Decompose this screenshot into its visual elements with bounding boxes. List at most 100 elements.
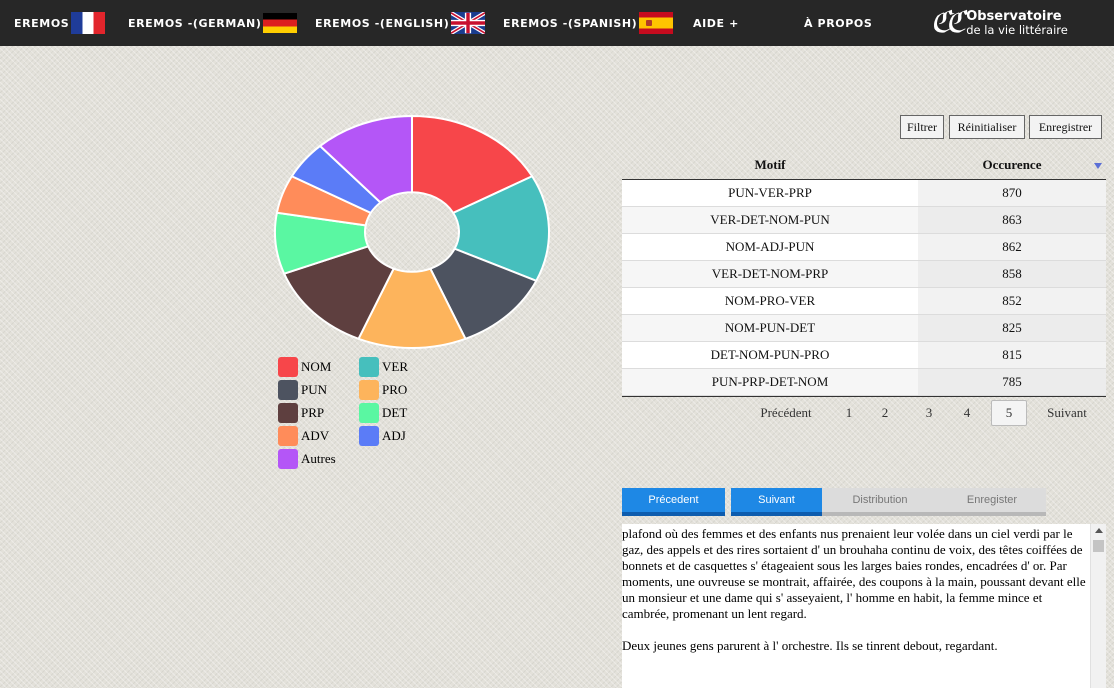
filter-button[interactable]: Filtrer	[900, 115, 944, 139]
nav-label: À propos	[804, 16, 873, 30]
legend-label: VER	[382, 359, 408, 374]
legend-swatch	[278, 449, 298, 469]
page-3[interactable]: 3	[918, 400, 940, 426]
nav-label: Aide +	[693, 16, 739, 30]
observatoire-logo-icon: ℭℭ	[930, 5, 966, 40]
motif-table: Motif Occurence PUN-VER-PRP 870 VER-DET-NO…	[622, 150, 1106, 397]
save-button[interactable]: Enregistrer	[1029, 115, 1102, 139]
nav-label: Eremos -(German)	[128, 16, 262, 30]
column-header-motif[interactable]: Motif	[622, 157, 918, 173]
occurrence-cell: 858	[918, 261, 1106, 287]
nav-a-propos[interactable]: À propos	[804, 0, 872, 46]
logo-subtitle: de la vie littéraire	[966, 22, 1068, 37]
nav-eremos-french[interactable]: Eremos	[14, 0, 106, 46]
legend-label: PUN	[301, 382, 328, 397]
nav-label: Eremos -(English)	[315, 16, 450, 30]
motif-cell: PUN-PRP-DET-NOM	[622, 369, 918, 395]
sort-desc-icon[interactable]	[1094, 162, 1102, 169]
text-excerpt-panel[interactable]: plafond où des femmes et des enfants nus…	[622, 524, 1106, 688]
pagination-next[interactable]: Suivant	[1040, 400, 1094, 426]
occurrence-cell: 815	[918, 342, 1106, 368]
legend-item-ver[interactable]: VER	[359, 357, 408, 377]
motif-cell: NOM-PRO-VER	[622, 288, 918, 314]
pagination-previous[interactable]: Précédent	[754, 400, 818, 426]
motif-cell: PUN-VER-PRP	[622, 180, 918, 206]
column-header-label: Occurence	[982, 156, 1042, 172]
legend-item-autres[interactable]: Autres	[278, 449, 336, 469]
motif-cell: VER-DET-NOM-PRP	[622, 261, 918, 287]
legend-swatch	[359, 426, 379, 446]
top-navbar: Eremos Eremos -(German) Eremos -(English…	[0, 0, 1114, 46]
spain-flag-icon	[639, 12, 674, 34]
scroll-up-arrow-icon[interactable]	[1095, 528, 1103, 533]
text-excerpt: plafond où des femmes et des enfants nus…	[622, 524, 1106, 654]
table-header: Motif Occurence	[622, 150, 1106, 180]
legend-label: NOM	[301, 359, 332, 374]
motif-cell: DET-NOM-PUN-PRO	[622, 342, 918, 368]
legend-item-adj[interactable]: ADJ	[359, 426, 406, 446]
legend-swatch	[278, 357, 298, 377]
page-5-current[interactable]: 5	[991, 400, 1027, 426]
text-paragraph: plafond où des femmes et des enfants nus…	[622, 526, 1086, 621]
legend-label: PRO	[382, 382, 408, 397]
occurrence-cell: 870	[918, 180, 1106, 206]
legend-label: ADV	[301, 428, 330, 443]
table-row[interactable]: DET-NOM-PUN-PRO 815	[622, 342, 1106, 369]
table-row[interactable]: PUN-PRP-DET-NOM 785	[622, 369, 1106, 396]
nav-eremos-english[interactable]: Eremos -(English)	[315, 0, 486, 46]
legend-label: Autres	[301, 451, 336, 466]
france-flag-icon	[71, 12, 106, 34]
legend-swatch	[359, 357, 379, 377]
legend-swatch	[278, 403, 298, 423]
legend-item-det[interactable]: DET	[359, 403, 407, 423]
nav-eremos-spanish[interactable]: Eremos -(Spanish)	[503, 0, 674, 46]
legend-swatch	[278, 380, 298, 400]
occurrence-cell: 862	[918, 234, 1106, 260]
observatoire-logo[interactable]: ℭℭ Observatoire de la vie littéraire	[930, 2, 1068, 44]
table-body: PUN-VER-PRP 870 VER-DET-NOM-PUN 863 NOM-ADJ-…	[622, 180, 1106, 397]
table-row[interactable]: NOM-ADJ-PUN 862	[622, 234, 1106, 261]
text-scrollbar[interactable]	[1090, 524, 1106, 688]
legend-swatch	[278, 426, 298, 446]
occurrence-cell: 863	[918, 207, 1106, 233]
legend-item-adv[interactable]: ADV	[278, 426, 329, 446]
table-row[interactable]: VER-DET-NOM-PUN 863	[622, 207, 1106, 234]
pos-donut-chart	[274, 114, 550, 349]
legend-swatch	[359, 403, 379, 423]
motif-cell: VER-DET-NOM-PUN	[622, 207, 918, 233]
legend-item-pun[interactable]: PUN	[278, 380, 327, 400]
legend-item-nom[interactable]: NOM	[278, 357, 331, 377]
distribution-tab-button[interactable]: Distribution	[822, 488, 938, 516]
nav-aide[interactable]: Aide +	[693, 0, 739, 46]
legend-label: ADJ	[382, 428, 406, 443]
table-row[interactable]: VER-DET-NOM-PRP 858	[622, 261, 1106, 288]
save-text-tab-button[interactable]: Enregister	[938, 488, 1046, 516]
legend-swatch	[359, 380, 379, 400]
nav-label: Eremos -(Spanish)	[503, 16, 638, 30]
germany-flag-icon	[263, 13, 298, 33]
table-row[interactable]: NOM-PRO-VER 852	[622, 288, 1106, 315]
previous-tab-button[interactable]: Précedent	[622, 488, 725, 516]
motif-cell: NOM-PUN-DET	[622, 315, 918, 341]
text-paragraph: Deux jeunes gens parurent à l' orchestre…	[622, 638, 998, 653]
page-2[interactable]: 2	[874, 400, 896, 426]
page-1[interactable]: 1	[838, 400, 860, 426]
occurrence-cell: 852	[918, 288, 1106, 314]
legend-item-prp[interactable]: PRP	[278, 403, 324, 423]
nav-eremos-german[interactable]: Eremos -(German)	[128, 0, 298, 46]
page-4[interactable]: 4	[956, 400, 978, 426]
column-header-occurrence[interactable]: Occurence	[918, 157, 1106, 173]
table-row[interactable]: PUN-VER-PRP 870	[622, 180, 1106, 207]
occurrence-cell: 785	[918, 369, 1106, 395]
nav-label: Eremos	[14, 16, 70, 30]
next-tab-button[interactable]: Suivant	[731, 488, 822, 516]
legend-label: PRP	[301, 405, 325, 420]
table-row[interactable]: NOM-PUN-DET 825	[622, 315, 1106, 342]
legend-label: DET	[382, 405, 408, 420]
scroll-thumb[interactable]	[1093, 540, 1104, 552]
uk-flag-icon	[451, 12, 486, 34]
reset-button[interactable]: Réinitialiser	[949, 115, 1025, 139]
legend-item-pro[interactable]: PRO	[359, 380, 407, 400]
motif-cell: NOM-ADJ-PUN	[622, 234, 918, 260]
logo-title: Observatoire	[966, 9, 1062, 25]
